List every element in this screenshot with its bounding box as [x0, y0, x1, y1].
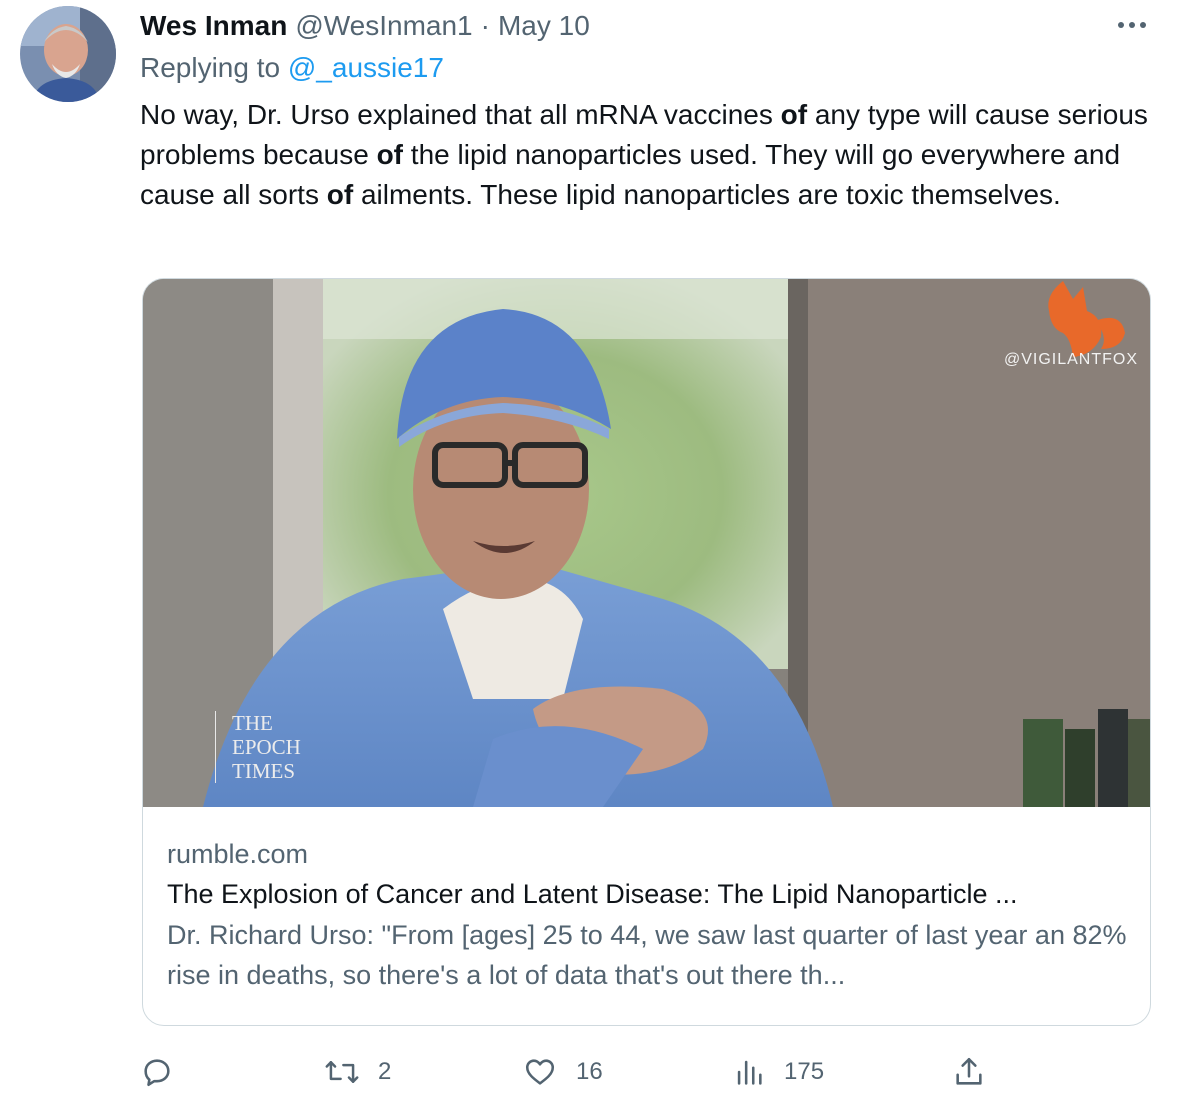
meta-separator: ·	[480, 10, 490, 41]
retweet-button[interactable]: 2	[324, 1050, 391, 1094]
views-count: 175	[784, 1058, 825, 1085]
share-icon	[956, 1057, 982, 1085]
share-button[interactable]	[952, 1050, 986, 1094]
epoch-logo-line: EPOCH	[232, 735, 301, 759]
tweet-text-bold-segment: of	[376, 139, 404, 170]
replying-handle-link[interactable]: @_aussie17	[288, 52, 444, 83]
reply-button[interactable]	[140, 1050, 174, 1094]
action-bar: 2 16 175	[140, 1050, 1020, 1094]
avatar[interactable]	[20, 6, 116, 102]
tweet-text-segment: ailments. These lipid nanoparticles are …	[353, 179, 1061, 210]
like-button[interactable]: 16	[522, 1050, 603, 1094]
retweet-icon	[325, 1061, 359, 1083]
tweet-text-bold-segment: of	[326, 179, 354, 210]
watermark-handle: @VIGILANTFOX	[1003, 351, 1138, 368]
card-title: The Explosion of Cancer and Latent Disea…	[167, 879, 1018, 909]
heart-icon	[525, 1059, 555, 1085]
views-icon	[737, 1060, 762, 1085]
views-button[interactable]: 175	[732, 1050, 824, 1094]
tweet-date[interactable]: May 10	[498, 10, 590, 42]
card-domain: rumble.com	[167, 839, 309, 869]
like-count: 16	[576, 1058, 603, 1085]
author-name[interactable]: Wes Inman	[140, 10, 287, 42]
more-button[interactable]	[1112, 10, 1152, 40]
tweet-text: No way, Dr. Urso explained that all mRNA…	[140, 95, 1160, 215]
card-thumbnail[interactable]: @VIGILANTFOX THE EPOCH TIMES	[143, 279, 1150, 807]
card-description: Dr. Richard Urso: "From [ages] 25 to 44,…	[167, 920, 1127, 990]
more-icon	[1118, 22, 1146, 28]
tweet-header: Wes Inman @WesInman1 · May 10	[140, 8, 590, 44]
reply-icon	[144, 1059, 170, 1087]
epoch-logo-line: THE	[232, 711, 273, 735]
retweet-count: 2	[378, 1058, 392, 1085]
replying-to: Replying to @_aussie17	[140, 52, 444, 84]
author-handle[interactable]: @WesInman1	[295, 10, 472, 42]
replying-prefix: Replying to	[140, 52, 281, 83]
link-card[interactable]: @VIGILANTFOX THE EPOCH TIMES rumble.com …	[142, 278, 1151, 1026]
tweet-text-bold-segment: of	[780, 99, 808, 130]
card-body: rumble.com The Explosion of Cancer and L…	[167, 835, 1127, 995]
epoch-logo-line: TIMES	[232, 759, 295, 783]
tweet-text-segment: No way, Dr. Urso explained that all mRNA…	[140, 99, 781, 130]
epoch-times-logo: THE EPOCH TIMES	[215, 711, 301, 783]
